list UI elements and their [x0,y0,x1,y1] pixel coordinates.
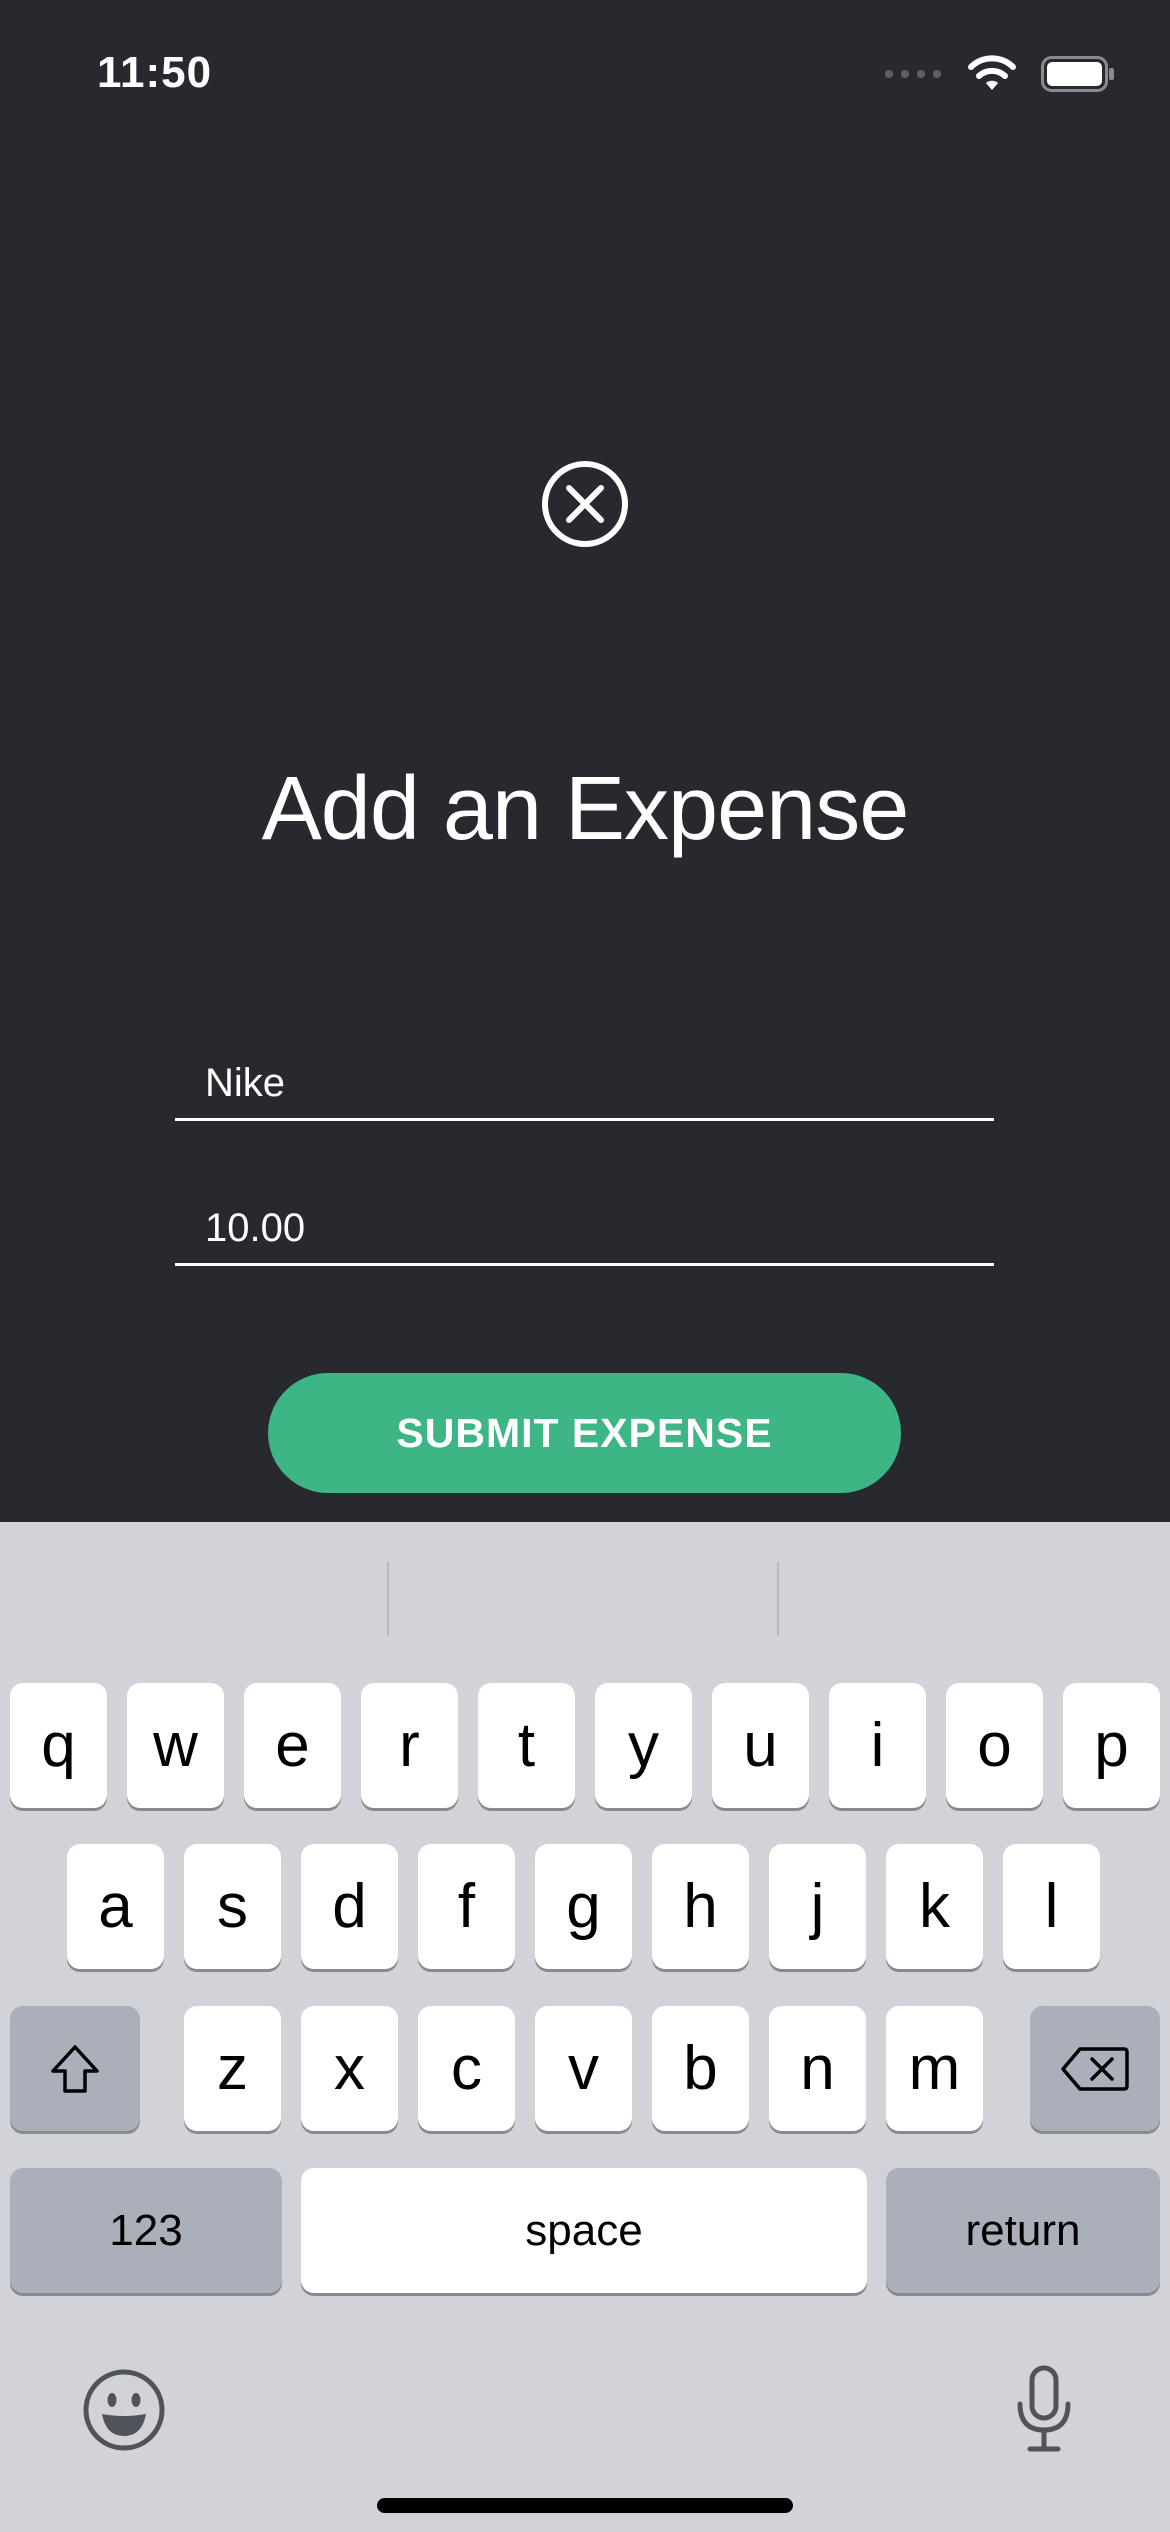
key-q[interactable]: q [10,1683,107,1808]
key-d[interactable]: d [301,1844,398,1969]
predictive-bar-divider [777,1562,779,1636]
expense-name-field [175,1049,994,1121]
key-k[interactable]: k [886,1844,983,1969]
keyboard: q w e r t y u i o p a s d f g h j k l z … [0,1522,1170,2532]
key-z[interactable]: z [184,2006,281,2131]
key-e[interactable]: e [244,1683,341,1808]
key-l[interactable]: l [1003,1844,1100,1969]
key-g[interactable]: g [535,1844,632,1969]
key-a[interactable]: a [67,1844,164,1969]
key-c[interactable]: c [418,2006,515,2131]
key-x[interactable]: x [301,2006,398,2131]
key-j[interactable]: j [769,1844,866,1969]
close-button[interactable] [542,461,628,547]
key-u[interactable]: u [712,1683,809,1808]
key-v[interactable]: v [535,2006,632,2131]
key-f[interactable]: f [418,1844,515,1969]
numbers-key[interactable]: 123 [10,2168,282,2293]
home-indicator [377,2498,793,2513]
expense-name-input[interactable] [175,1049,994,1118]
predictive-bar-divider [387,1562,389,1636]
status-time: 11:50 [97,48,213,97]
key-t[interactable]: t [478,1683,575,1808]
return-key[interactable]: return [886,2168,1160,2293]
key-s[interactable]: s [184,1844,281,1969]
key-i[interactable]: i [829,1683,926,1808]
wifi-icon [968,55,1016,90]
expense-amount-field [175,1194,994,1266]
page-title: Add an Expense [261,759,910,859]
key-m[interactable]: m [886,2006,983,2131]
delete-key[interactable] [1030,2006,1160,2131]
shift-icon [51,2044,99,2093]
key-y[interactable]: y [595,1683,692,1808]
submit-expense-button[interactable]: SUBMIT EXPENSE [268,1373,901,1493]
key-b[interactable]: b [652,2006,749,2131]
cellular-signal-icon [885,70,941,78]
shift-key[interactable] [10,2006,140,2131]
key-n[interactable]: n [769,2006,866,2131]
status-icons [885,52,1115,96]
space-key[interactable]: space [301,2168,867,2293]
close-circle-icon [566,485,604,523]
key-r[interactable]: r [361,1683,458,1808]
key-w[interactable]: w [127,1683,224,1808]
key-o[interactable]: o [946,1683,1043,1808]
emoji-icon[interactable] [82,2368,166,2452]
backspace-icon [1061,2046,1129,2091]
microphone-icon[interactable] [1014,2364,1074,2454]
key-p[interactable]: p [1063,1683,1160,1808]
key-h[interactable]: h [652,1844,749,1969]
expense-amount-input[interactable] [175,1194,994,1263]
battery-icon [1041,56,1114,92]
